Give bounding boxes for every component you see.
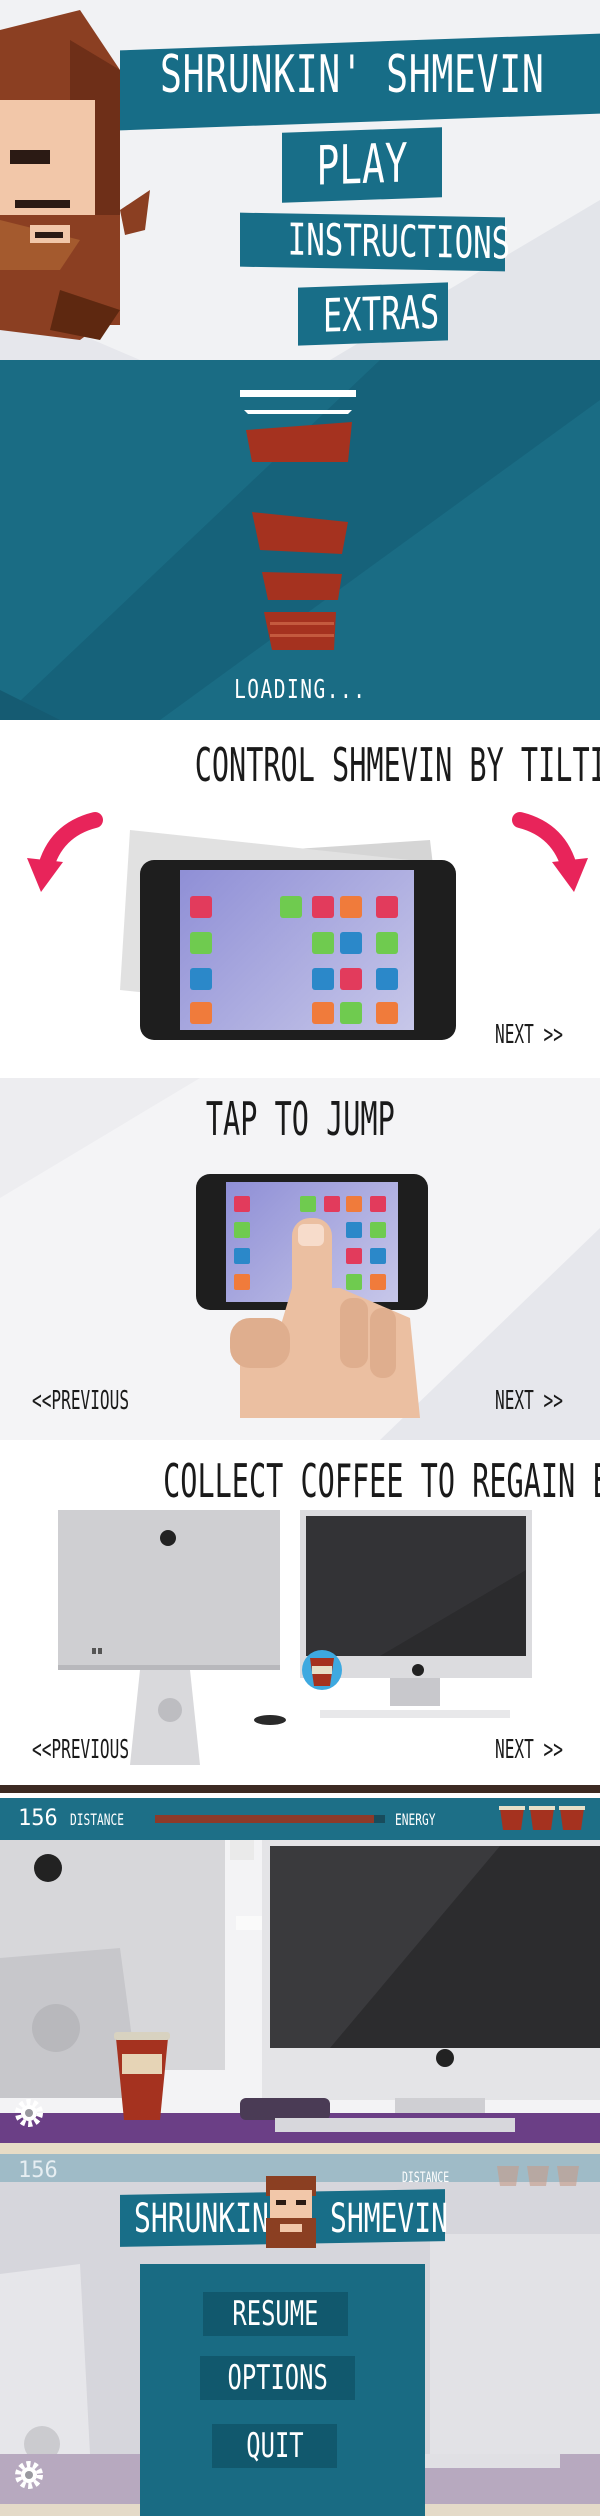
tap-previous-button[interactable]: <<PREVIOUS [32, 1386, 189, 1416]
phone-screen-tiles [190, 896, 398, 1024]
distance-value: 156 [18, 1806, 58, 1831]
tilt-left-arrow-icon [27, 812, 103, 892]
pause-title-right: SHMEVIN [330, 2196, 449, 2242]
coffee-cup-icon [500, 1808, 524, 1830]
title-screen: SHRUNKIN' SHMEVIN PLAY INSTRUCTIONS EXTR… [0, 0, 600, 360]
instructions-button[interactable]: INSTRUCTIONS [240, 212, 510, 272]
energy-bar-fill [155, 1815, 374, 1823]
coffee-cup-lid [559, 1806, 585, 1810]
energy-cups [498, 1804, 588, 1834]
tilt-next-button[interactable]: NEXT >> [495, 1020, 600, 1050]
tap-next-button[interactable]: NEXT >> [495, 1386, 600, 1416]
coffee-cup-icon [530, 1808, 554, 1830]
shmevin-character [0, 10, 150, 340]
energy-cups-svg [499, 1806, 585, 1830]
distance-label: DISTANCE [70, 1810, 124, 1829]
settings-gear-icon[interactable] [12, 2096, 46, 2130]
game-title: SHRUNKIN' SHMEVIN [160, 45, 545, 105]
tap-heading: TAP TO JUMP [205, 1092, 395, 1146]
gameplay-scene [0, 1840, 600, 2154]
quit-button[interactable]: QUIT [212, 2424, 337, 2468]
energy-label: ENERGY [395, 1810, 436, 1829]
coffee-cup-icon [560, 1808, 584, 1830]
tap-instruction-screen: TAP TO JUMP <<PREVIOUS NEXT >> [0, 1078, 600, 1440]
coffee-heading: COLLECT COFFEE TO REGAIN ENERGY [163, 1454, 600, 1508]
options-button[interactable]: OPTIONS [200, 2356, 355, 2400]
tilt-right-arrow-icon [512, 812, 588, 892]
coffee-instruction-screen: COLLECT COFFEE TO REGAIN ENERGY <<PREVIO… [0, 1440, 600, 1798]
pause-distance-value: 156 [18, 2158, 58, 2183]
shmevin-face-icon [266, 2176, 316, 2248]
resume-button[interactable]: RESUME [203, 2292, 348, 2336]
tapping-hand-icon [230, 1218, 420, 1418]
gameplay-screen: 156 DISTANCE ENERGY [0, 1798, 600, 2154]
extras-button[interactable]: EXTRAS [298, 282, 448, 346]
hud-bar: 156 DISTANCE ENERGY [0, 1798, 600, 1840]
play-button[interactable]: PLAY [282, 127, 442, 203]
coffee-cup-lid [499, 1806, 525, 1810]
pause-screen: 156 DISTANCE SHRUNKIN' SHMEVIN RESUME OP… [0, 2154, 600, 2516]
pause-distance-label: DISTANCE [402, 2170, 450, 2186]
coffee-cup-lid [529, 1806, 555, 1810]
pause-settings-gear-icon[interactable] [12, 2458, 46, 2492]
loading-screen: LOADING... [0, 360, 600, 720]
loading-coffee-cup-icon [240, 390, 356, 650]
pause-energy-cups [497, 2166, 579, 2186]
tilt-heading: CONTROL SHMEVIN BY TILTING YOUR PHONE [194, 738, 600, 792]
energy-bar-track [155, 1815, 385, 1823]
coffee-previous-button[interactable]: <<PREVIOUS [32, 1735, 189, 1765]
loading-label: LOADING... [233, 675, 367, 705]
tilt-instruction-screen: CONTROL SHMEVIN BY TILTING YOUR PHONE NE… [0, 720, 600, 1078]
coffee-next-button[interactable]: NEXT >> [495, 1735, 600, 1765]
